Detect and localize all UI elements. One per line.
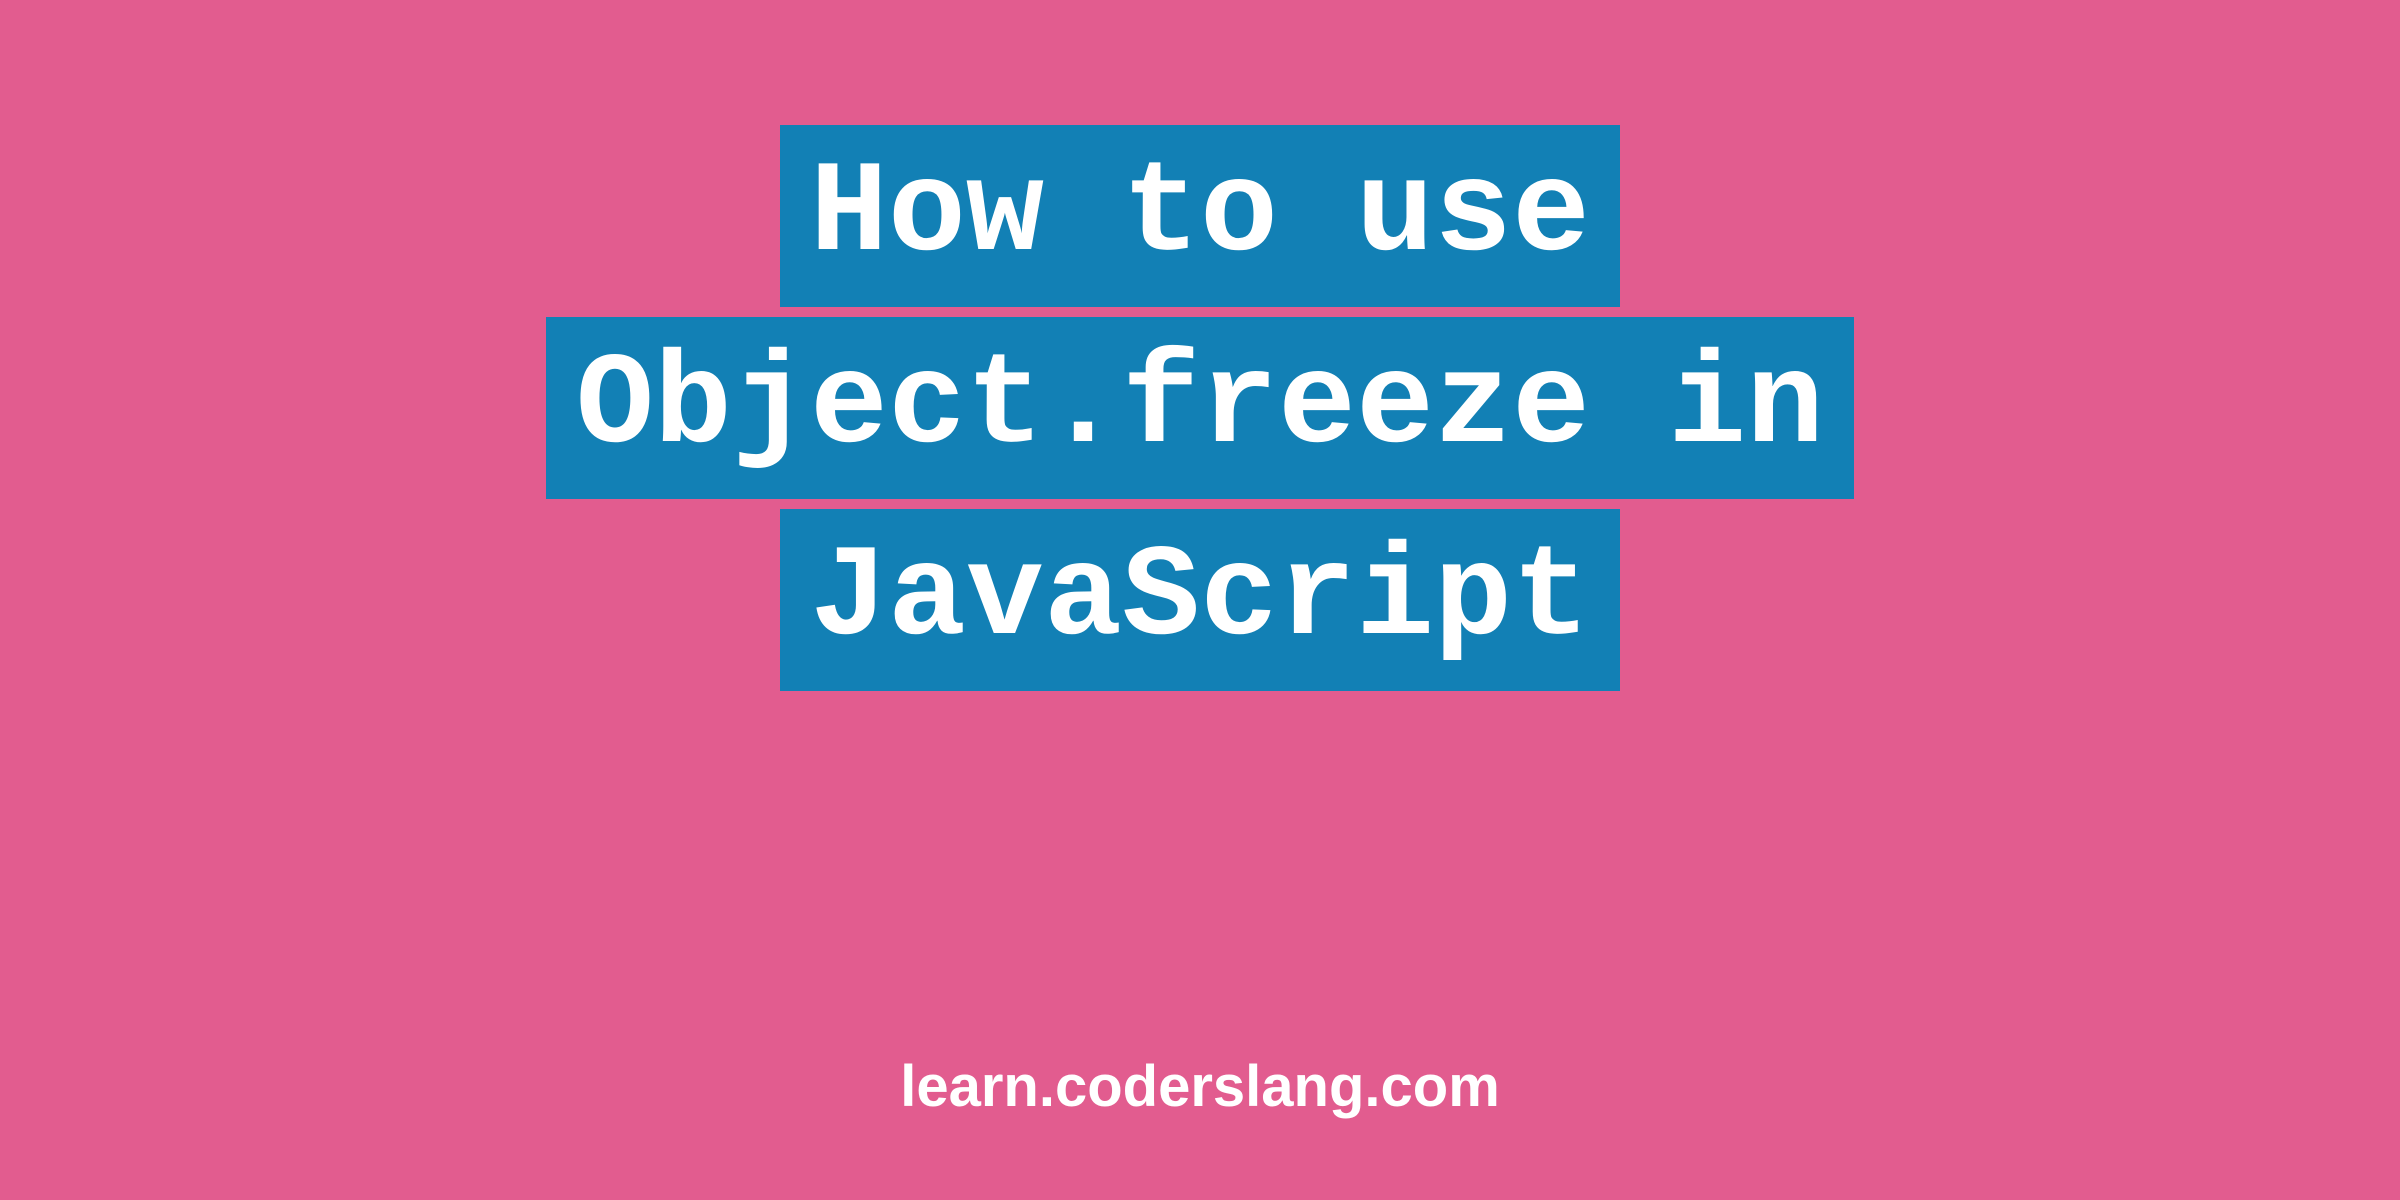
title-container: How to use Object.freeze in JavaScript (0, 120, 2400, 696)
title-line-2: Object.freeze in (546, 317, 1854, 499)
footer-url: learn.coderslang.com (0, 1053, 2400, 1120)
title-line-3: JavaScript (780, 509, 1620, 691)
title-line-1: How to use (780, 125, 1620, 307)
